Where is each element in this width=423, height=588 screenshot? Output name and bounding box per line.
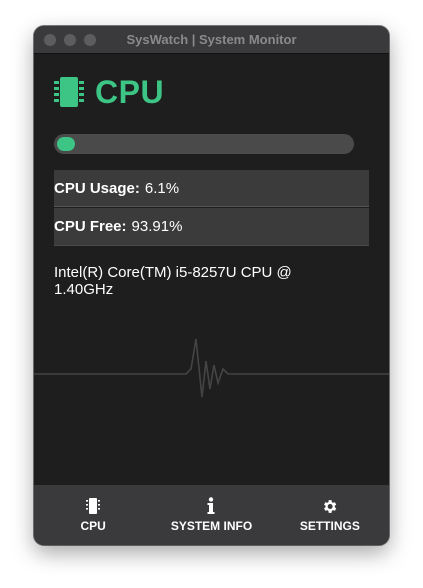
chip-icon	[86, 497, 101, 515]
cpu-usage-value: 6.1%	[144, 179, 180, 197]
cpu-usage-label: CPU Usage:	[54, 179, 140, 197]
page-title: CPU	[95, 73, 165, 110]
bottom-tab-bar: CPU SYSTEM INFO SETTINGS	[34, 485, 389, 545]
tab-cpu-label: CPU	[80, 519, 106, 533]
tab-system-info-label: SYSTEM INFO	[170, 519, 253, 533]
app-window: SysWatch | System Monitor CPU CPU Usage:…	[34, 26, 389, 545]
cpu-usage-row: CPU Usage: 6.1%	[54, 170, 369, 207]
cpu-usage-progress-fill	[57, 137, 75, 151]
tab-settings-label: SETTINGS	[299, 519, 360, 533]
gear-icon	[321, 497, 338, 515]
cpu-free-row: CPU Free: 93.91%	[54, 208, 369, 246]
cpu-free-value: 93.91%	[131, 218, 183, 235]
tab-cpu[interactable]: CPU	[34, 485, 152, 545]
page-header: CPU	[53, 74, 164, 110]
tab-system-info[interactable]: SYSTEM INFO	[152, 485, 270, 545]
heartbeat-line-graphic	[34, 338, 389, 398]
info-icon	[207, 497, 215, 515]
chip-icon	[54, 77, 84, 107]
cpu-free-label: CPU Free:	[54, 218, 127, 235]
title-bar[interactable]: SysWatch | System Monitor	[34, 26, 389, 54]
tab-settings[interactable]: SETTINGS	[271, 485, 389, 545]
cpu-usage-progress-bar	[54, 134, 354, 154]
window-title: SysWatch | System Monitor	[126, 32, 297, 47]
cpu-model-text: Intel(R) Core(TM) i5-8257U CPU @ 1.40GHz	[54, 264, 292, 298]
